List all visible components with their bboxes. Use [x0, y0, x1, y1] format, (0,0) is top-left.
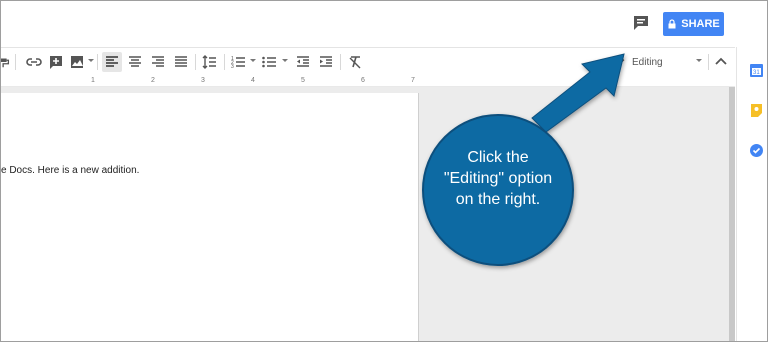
tasks-icon[interactable] [749, 143, 764, 158]
numbered-list-caret[interactable] [250, 59, 256, 62]
ruler: 1 2 3 4 5 6 7 [1, 76, 735, 87]
document-text[interactable]: e Docs. Here is a new addition. [1, 165, 139, 176]
svg-text:3: 3 [231, 64, 234, 70]
bulleted-list-caret[interactable] [282, 59, 288, 62]
callout-text: Click the "Editing" option on the right. [430, 147, 566, 210]
callout-line: "Editing" option [443, 170, 553, 187]
clear-formatting-icon[interactable] [345, 52, 365, 72]
share-label: SHARE [681, 18, 720, 30]
share-button[interactable]: SHARE [663, 12, 724, 36]
ruler-number: 6 [361, 77, 365, 84]
align-right-icon[interactable] [148, 52, 168, 72]
svg-text:31: 31 [753, 70, 760, 76]
editing-mode-dropdown[interactable]: Editing [613, 52, 663, 72]
decrease-indent-icon[interactable] [293, 52, 313, 72]
image-dropdown-caret[interactable] [88, 59, 94, 62]
ruler-number: 1 [91, 77, 95, 84]
paint-format-icon[interactable] [1, 52, 11, 72]
comment-icon[interactable] [631, 13, 651, 33]
insert-image-icon[interactable] [69, 52, 85, 72]
ruler-number: 2 [151, 77, 155, 84]
justify-icon[interactable] [171, 52, 191, 72]
numbered-list-icon[interactable]: 123 [229, 52, 247, 72]
ruler-number: 7 [411, 77, 415, 84]
screenshot-frame: SHARE 1 2 3 Editing 1 2 3 4 5 6 7 e Docs… [0, 0, 768, 342]
toolbar-divider [224, 54, 225, 70]
toolbar-divider [340, 54, 341, 70]
ruler-number: 5 [301, 77, 305, 84]
callout-line: on the right. [455, 191, 541, 208]
ruler-number: 3 [201, 77, 205, 84]
align-left-icon[interactable] [102, 52, 122, 72]
toolbar-divider [708, 54, 709, 70]
top-bar: SHARE [1, 1, 767, 47]
scrollbar[interactable] [729, 87, 735, 341]
insert-comment-icon[interactable] [47, 52, 65, 72]
editing-label: Editing [632, 56, 663, 68]
toolbar-divider [195, 54, 196, 70]
link-icon[interactable] [25, 52, 43, 72]
side-panel: 31 [736, 47, 767, 341]
editing-dropdown-caret[interactable] [696, 59, 702, 62]
document-page[interactable] [1, 93, 419, 341]
line-spacing-icon[interactable] [200, 52, 220, 72]
keep-icon[interactable] [749, 103, 764, 118]
ruler-number: 4 [251, 77, 255, 84]
toolbar: 123 Editing [1, 47, 735, 77]
increase-indent-icon[interactable] [316, 52, 336, 72]
collapse-icon[interactable] [713, 52, 729, 72]
lock-icon [668, 19, 676, 29]
toolbar-divider [97, 54, 98, 70]
callout-line: Click the [467, 149, 529, 166]
bulleted-list-icon[interactable] [260, 52, 278, 72]
toolbar-divider [15, 54, 16, 70]
align-center-icon[interactable] [125, 52, 145, 72]
pencil-icon [614, 57, 625, 67]
calendar-icon[interactable]: 31 [749, 63, 764, 78]
